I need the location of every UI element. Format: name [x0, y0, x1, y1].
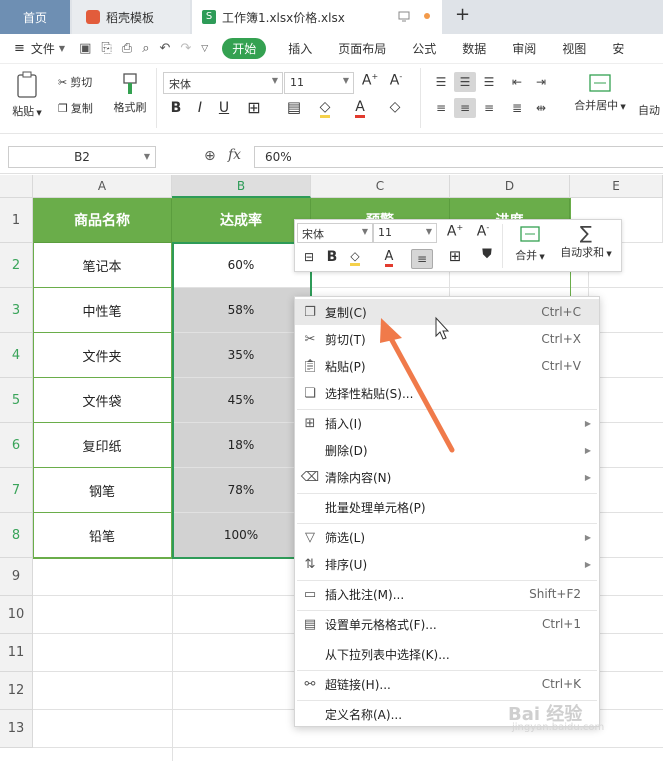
arrow-head-icon [380, 318, 402, 343]
mouse-cursor-icon [435, 316, 450, 340]
arrow-shaft [385, 330, 455, 453]
annotation-overlay [380, 316, 455, 453]
watermark-url: jingyan.baidu.com [512, 722, 605, 733]
